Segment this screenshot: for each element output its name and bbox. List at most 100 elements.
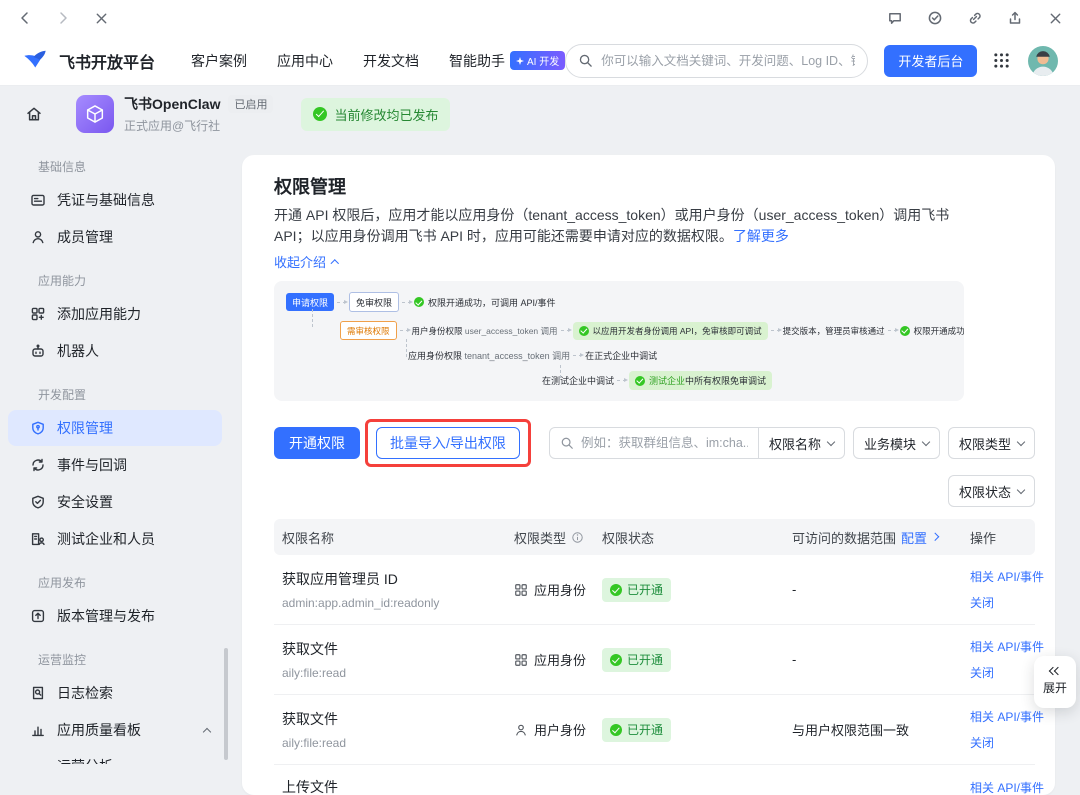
permission-type: 用户身份: [506, 720, 594, 739]
sidebar-item-members[interactable]: 成员管理: [8, 219, 222, 255]
close-permission-link[interactable]: 关闭: [970, 664, 1044, 681]
forward-icon[interactable]: [54, 9, 72, 27]
header-name: 权限名称: [274, 528, 506, 547]
app-subtitle: 正式应用@飞行社: [124, 117, 273, 134]
chevron-up-icon: [203, 728, 211, 736]
comment-icon[interactable]: [886, 9, 904, 27]
permission-search-input[interactable]: [581, 436, 748, 450]
table-row: 获取文件 aily:file:read 应用身份 已开通 - 相关 API/事件…: [274, 625, 1035, 695]
table-row: 上传文件 相关 API/事件: [274, 765, 1035, 795]
home-icon[interactable]: [16, 96, 52, 132]
data-scope: 与用户权限范围一致: [784, 720, 962, 739]
sidebar-item-release[interactable]: 版本管理与发布: [8, 598, 222, 634]
permission-code: admin:app.admin_id:readonly: [282, 596, 498, 610]
upload-box-icon: [30, 608, 46, 624]
open-permission-button[interactable]: 开通权限: [274, 427, 360, 459]
filter-name-select[interactable]: 权限名称: [758, 428, 844, 458]
check-circle-icon[interactable]: [926, 9, 944, 27]
sidebar-item-bot[interactable]: 机器人: [8, 333, 222, 369]
app-meta: 飞书OpenClaw 已启用 正式应用@飞行社: [124, 94, 273, 134]
user-avatar[interactable]: [1028, 46, 1058, 76]
nav-item-cases[interactable]: 客户案例: [191, 51, 247, 71]
info-icon[interactable]: [571, 531, 584, 544]
permission-name: 获取文件: [282, 640, 498, 659]
ai-badge-label: AI 开发: [527, 53, 559, 68]
permission-table: 权限名称 权限类型 权限状态 可访问的数据范围 配置 操作 获取应用管理员 ID…: [274, 519, 1035, 795]
search-icon: [560, 436, 574, 450]
sidebar-scrollbar[interactable]: [224, 648, 228, 760]
nav-item-label: 智能助手: [449, 51, 505, 71]
permission-type: 应用身份: [506, 650, 594, 669]
sidebar-item-security[interactable]: 安全设置: [8, 484, 222, 520]
enabled-badge: 已启用: [228, 95, 273, 113]
flow-connector: [560, 365, 561, 378]
brand-title: 飞书开放平台: [59, 49, 155, 73]
flow-formal-debug-node: 在正式企业中调试: [585, 349, 657, 362]
filter-module-select[interactable]: 业务模块: [853, 427, 940, 459]
sidebar-item-logs[interactable]: 日志检索: [8, 675, 222, 711]
global-search[interactable]: [565, 44, 868, 78]
close-tab-icon[interactable]: [92, 9, 110, 27]
sidebar-item-quality[interactable]: 应用质量看板: [8, 712, 222, 748]
flow-connector: [888, 330, 897, 331]
link-icon[interactable]: [966, 9, 984, 27]
id-card-icon: [30, 192, 46, 208]
chevron-down-icon: [1017, 437, 1025, 445]
shield-keyhole-icon: [30, 420, 46, 436]
scope-config-link[interactable]: 配置: [901, 528, 927, 547]
sidebar-section-release: 应用发布: [0, 558, 230, 597]
flow-need-review-badge: 需审核权限: [340, 321, 397, 340]
flow-tenant-identity-node: 应用身份权限 tenant_access_token 调用: [408, 349, 570, 362]
top-navbar: 飞书开放平台 客户案例 应用中心 开发文档 智能助手 AI 开发 开发者后台: [0, 36, 1080, 86]
app-identity-icon: [514, 583, 528, 597]
check-icon: [610, 584, 622, 596]
close-permission-link[interactable]: 关闭: [970, 594, 1044, 611]
flow-connector: [312, 309, 313, 327]
search-input[interactable]: [601, 54, 855, 68]
close-icon[interactable]: [1046, 9, 1064, 27]
developer-console-button[interactable]: 开发者后台: [884, 45, 977, 77]
sidebar-item-add-capability[interactable]: 添加应用能力: [8, 296, 222, 332]
flow-submit-node: 提交版本，管理员审核通过: [783, 325, 885, 337]
sidebar-item-label: 添加应用能力: [57, 304, 141, 324]
shield-check-icon: [30, 494, 46, 510]
expand-panel-button[interactable]: 展开: [1034, 656, 1076, 708]
app-icon[interactable]: [76, 95, 114, 133]
log-search-icon: [30, 685, 46, 701]
check-icon: [313, 107, 327, 121]
flow-connector: [617, 380, 626, 381]
filter-type-select[interactable]: 权限类型: [948, 427, 1035, 459]
table-row: 获取应用管理员 ID admin:app.admin_id:readonly 应…: [274, 555, 1035, 625]
collapse-intro-link[interactable]: 收起介绍: [274, 252, 338, 271]
sidebar-item-permissions[interactable]: 权限管理: [8, 410, 222, 446]
sidebar-item-credentials[interactable]: 凭证与基础信息: [8, 182, 222, 218]
sidebar-item-test-org[interactable]: 测试企业和人员: [8, 521, 222, 557]
close-permission-link[interactable]: 关闭: [970, 734, 1044, 751]
apps-grid-icon[interactable]: [987, 45, 1016, 77]
filter-status-select[interactable]: 权限状态: [948, 475, 1035, 507]
nav-menu: 客户案例 应用中心 开发文档 智能助手 AI 开发: [191, 51, 565, 71]
related-api-link[interactable]: 相关 API/事件: [970, 708, 1044, 725]
nav-item-assistant[interactable]: 智能助手 AI 开发: [449, 51, 565, 71]
browser-bar: [0, 0, 1080, 36]
brand[interactable]: 飞书开放平台: [22, 48, 155, 74]
related-api-link[interactable]: 相关 API/事件: [970, 779, 1044, 795]
permission-flow-diagram: 申请权限 免审权限 权限开通成功，可调用 API/事件 需审核权限 用户身份权限…: [274, 281, 964, 401]
related-api-link[interactable]: 相关 API/事件: [970, 568, 1044, 585]
sidebar-item-events[interactable]: 事件与回调: [8, 447, 222, 483]
permission-search[interactable]: [550, 436, 758, 450]
flow-connector: [573, 355, 582, 356]
sidebar-item-label: 测试企业和人员: [57, 529, 155, 549]
learn-more-link[interactable]: 了解更多: [733, 228, 789, 244]
related-api-link[interactable]: 相关 API/事件: [970, 638, 1044, 655]
batch-import-export-button[interactable]: 批量导入/导出权限: [376, 427, 520, 459]
nav-item-docs[interactable]: 开发文档: [363, 51, 419, 71]
nav-item-app-center[interactable]: 应用中心: [277, 51, 333, 71]
back-icon[interactable]: [16, 9, 34, 27]
permission-name: 上传文件: [282, 778, 498, 795]
permission-type: 应用身份: [506, 580, 594, 599]
sidebar-subitem-analysis[interactable]: 运营分析: [8, 749, 222, 764]
share-icon[interactable]: [1006, 9, 1024, 27]
feishu-logo-icon: [22, 48, 50, 74]
check-icon: [900, 326, 910, 336]
